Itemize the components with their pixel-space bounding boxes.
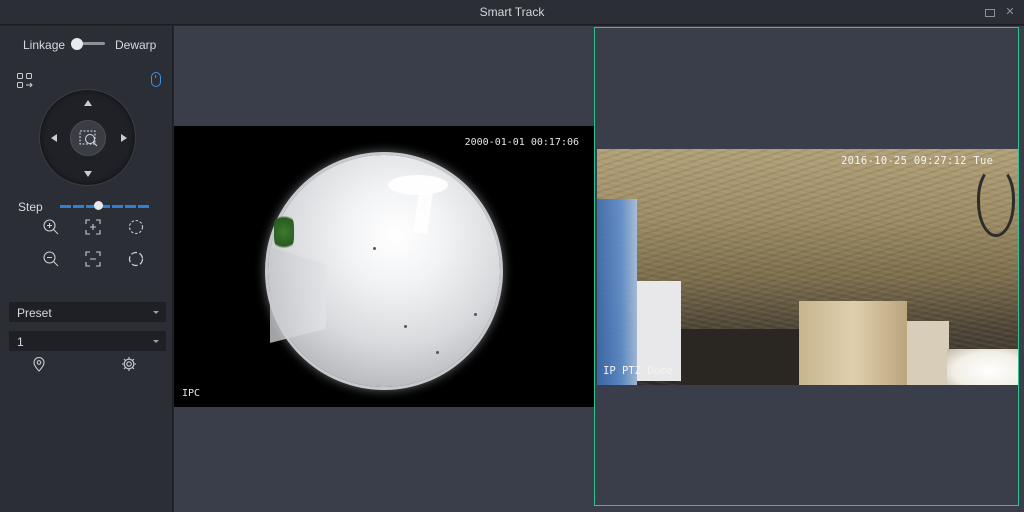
iris-open-icon[interactable] [128,219,144,235]
cable [977,167,1015,237]
mode-toggle-row: Linkage Dewarp [0,26,173,62]
fisheye-pane[interactable]: 2000-01-01 00:17:06 IPC [174,26,594,506]
pan-up-arrow-icon[interactable] [84,100,92,106]
wall [270,247,326,343]
ptz-control-panel: Linkage Dewarp Step Preset 1 [0,26,173,512]
pan-down-arrow-icon[interactable] [84,171,92,177]
pan-left-arrow-icon[interactable] [51,134,57,142]
ptz-timestamp: 2016-10-25 09:27:12 Tue [841,155,994,167]
fisheye-channel-label: IPC [182,388,201,399]
area-zoom-icon [79,130,98,147]
iris-close-icon[interactable] [128,251,144,267]
mouse-icon[interactable] [151,72,161,87]
preset-number-dropdown[interactable]: 1 [9,331,166,351]
linkage-dewarp-switch[interactable] [71,38,105,50]
close-icon[interactable]: ✕ [1004,6,1016,18]
shelf [681,329,801,385]
maximize-icon[interactable] [983,6,995,18]
ceiling-spot [436,351,439,354]
fisheye-image[interactable] [268,155,500,387]
fisheye-video[interactable]: 2000-01-01 00:17:06 IPC [174,126,594,407]
step-slider-track [60,205,150,208]
blue-container [597,199,637,385]
cardboard-box [907,321,949,385]
switch-knob[interactable] [71,38,83,50]
ceiling-light [413,192,433,234]
zoom-out-icon[interactable] [43,251,59,267]
ceiling-spot [474,313,477,316]
focus-near-icon[interactable] [85,219,101,235]
chevron-down-icon [153,340,159,343]
chevron-down-icon [153,311,159,314]
grid-arrow-icon[interactable] [17,73,33,89]
preset-dropdown[interactable]: Preset [9,302,166,322]
ptz-channel-label: IP PTZ Dome [603,365,673,377]
pan-right-arrow-icon[interactable] [121,134,127,142]
window-title: Smart Track [479,5,545,19]
cardboard-box [799,301,907,385]
preset-dropdown-label: Preset [17,306,52,320]
preset-number-value: 1 [17,335,24,349]
fisheye-timestamp: 2000-01-01 00:17:06 [464,137,579,148]
location-pin-icon[interactable] [31,356,47,372]
linkage-label[interactable]: Linkage [23,38,65,52]
area-zoom-button[interactable] [70,120,106,156]
ptz-pane-selected[interactable]: 2016-10-25 09:27:12 Tue IP PTZ Dome [594,27,1019,506]
title-bar: Smart Track ✕ [0,0,1024,25]
ceiling-spot [404,325,407,328]
step-slider[interactable] [60,201,150,211]
gear-icon[interactable] [121,356,137,372]
focus-far-icon[interactable] [85,251,101,267]
video-view-area: 2000-01-01 00:17:06 IPC 2016-10-25 09:27… [174,26,1024,512]
plant [274,211,294,253]
step-slider-handle[interactable] [93,201,103,210]
zoom-in-icon[interactable] [43,219,59,235]
window-light [947,349,1018,385]
step-label: Step [18,200,43,214]
ptz-direction-pad [39,89,136,186]
dewarp-label[interactable]: Dewarp [115,38,156,52]
ceiling-spot [373,247,376,250]
ptz-video[interactable]: 2016-10-25 09:27:12 Tue IP PTZ Dome [597,149,1018,385]
